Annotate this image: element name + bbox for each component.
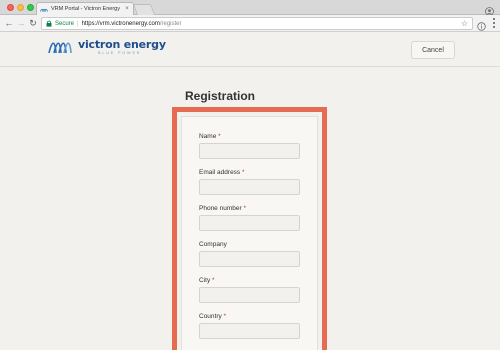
page-title: Registration (185, 89, 256, 103)
logo-name: victron energy (78, 38, 166, 51)
cancel-button[interactable]: Cancel (411, 41, 455, 59)
registration-form: Name * Email address * Phone number * Co… (181, 116, 318, 350)
site-header: victron energy BLUE POWER Cancel (0, 33, 500, 67)
email-input[interactable] (199, 179, 300, 195)
required-marker: * (243, 205, 246, 212)
browser-titlebar: VRM Portal - Victron Energy × (0, 0, 500, 16)
window-maximize-button[interactable] (27, 4, 34, 11)
address-bar[interactable]: Secure | https://vrm.victronenergy.com /… (41, 17, 473, 30)
name-field-group: Name * (199, 132, 302, 159)
required-marker: * (218, 133, 221, 140)
company-label: Company (199, 240, 302, 249)
window-minimize-button[interactable] (17, 4, 24, 11)
company-field-group: Company (199, 240, 302, 267)
back-arrow-icon[interactable]: ← (3, 17, 15, 29)
browser-toolbar: ← → ↻ Secure | https://vrm.victronenergy… (0, 15, 500, 32)
country-input[interactable] (199, 323, 300, 339)
reload-icon[interactable]: ↻ (27, 17, 39, 29)
info-icon[interactable] (477, 18, 486, 31)
city-label-text: City (199, 277, 211, 284)
victron-favicon-icon (40, 7, 48, 12)
phone-label-text: Phone number (199, 205, 242, 212)
country-label-text: Country (199, 313, 222, 320)
menu-icon[interactable] (492, 18, 496, 28)
new-tab-button[interactable] (132, 4, 156, 15)
star-icon[interactable]: ☆ (461, 20, 468, 28)
secure-label: Secure (55, 20, 75, 27)
company-input[interactable] (199, 251, 300, 267)
window-close-button[interactable] (7, 4, 14, 11)
phone-label: Phone number * (199, 204, 302, 213)
forward-arrow-icon[interactable]: → (15, 17, 27, 29)
logo-tagline: BLUE POWER (98, 51, 142, 55)
tab-close-icon[interactable]: × (124, 6, 130, 12)
url-path: /register (159, 20, 182, 27)
name-label-text: Name (199, 133, 217, 140)
browser-tab[interactable]: VRM Portal - Victron Energy × (36, 2, 134, 15)
city-label: City * (199, 276, 302, 285)
city-input[interactable] (199, 287, 300, 303)
required-marker: * (212, 277, 215, 284)
email-label: Email address * (199, 168, 302, 177)
phone-field-group: Phone number * (199, 204, 302, 231)
tab-title: VRM Portal - Victron Energy (51, 6, 120, 12)
email-label-text: Email address (199, 169, 241, 176)
country-field-group: Country * (199, 312, 302, 339)
url-host: https://vrm.victronenergy.com (81, 20, 160, 27)
name-input[interactable] (199, 143, 300, 159)
victron-logo[interactable]: victron energy BLUE POWER (48, 39, 166, 55)
required-marker: * (242, 169, 245, 176)
profile-icon[interactable] (485, 3, 494, 16)
required-marker: * (223, 313, 227, 320)
victron-logo-mark-icon (48, 41, 72, 53)
company-label-text: Company (199, 241, 227, 248)
phone-input[interactable] (199, 215, 300, 231)
lock-icon (46, 20, 52, 27)
address-separator: | (77, 20, 79, 27)
city-field-group: City * (199, 276, 302, 303)
name-label: Name * (199, 132, 302, 141)
email-field-group: Email address * (199, 168, 302, 195)
country-label: Country * (199, 312, 302, 321)
